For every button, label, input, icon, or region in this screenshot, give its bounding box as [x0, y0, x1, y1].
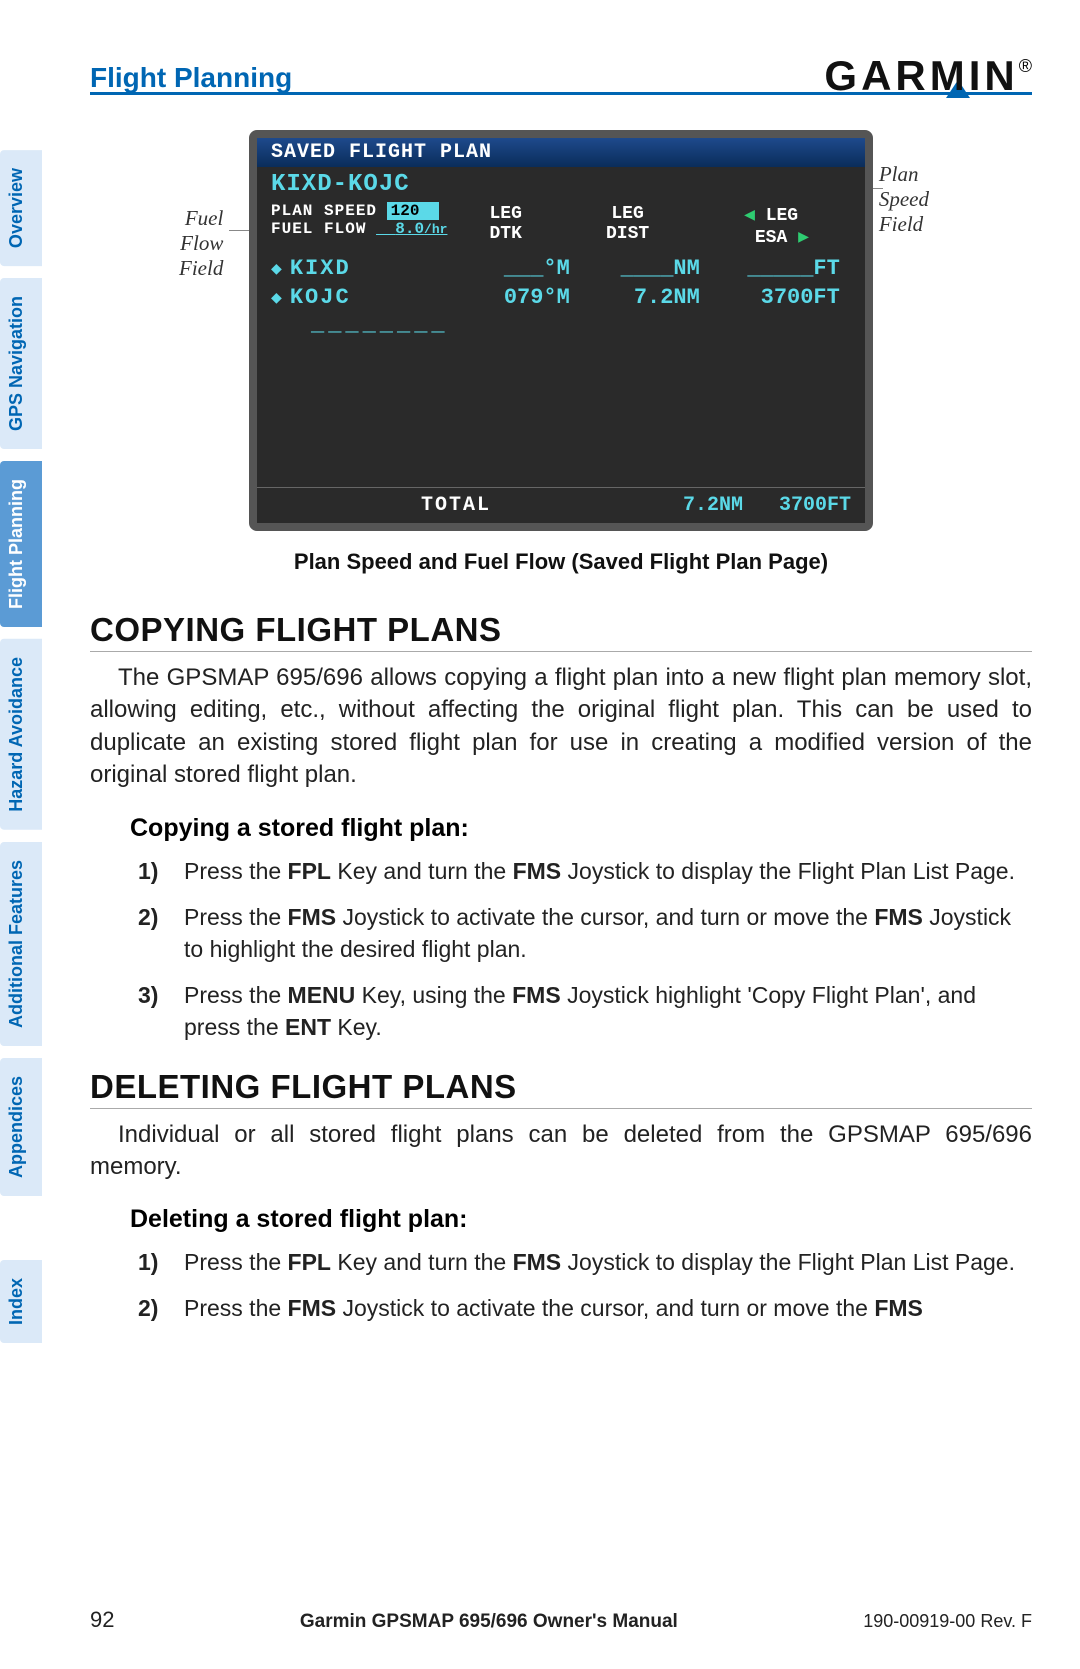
step-body: Press the FPL Key and turn the FMS Joyst…: [184, 1246, 1032, 1278]
callout-text: Flow: [180, 231, 223, 255]
copying-paragraph: The GPSMAP 695/696 allows copying a flig…: [90, 662, 1032, 792]
tab-gps-navigation[interactable]: GPS Navigation: [0, 278, 42, 449]
leg-dtk-value: 079°M: [450, 285, 570, 310]
step-item: 1) Press the FPL Key and turn the FMS Jo…: [138, 1246, 1032, 1278]
side-tabs: Overview GPS Navigation Flight Planning …: [0, 150, 58, 1355]
leg-dtk-value: ___°M: [450, 256, 570, 281]
step-number: 2): [138, 1292, 184, 1324]
col-leg-dist: LEGDIST: [606, 204, 649, 248]
total-esa: 3700FT: [779, 494, 851, 517]
tab-appendices[interactable]: Appendices: [0, 1058, 42, 1196]
total-label: TOTAL: [421, 494, 491, 517]
callout-text: Field: [179, 256, 223, 280]
col-leg-esa: ◀ LEG ESA ▶: [733, 204, 809, 248]
deleting-subheading: Deleting a stored flight plan:: [130, 1205, 1032, 1234]
step-item: 2) Press the FMS Joystick to activate th…: [138, 901, 1032, 965]
step-body: Press the FMS Joystick to activate the c…: [184, 1292, 1032, 1324]
step-item: 2) Press the FMS Joystick to activate th…: [138, 1292, 1032, 1324]
chevron-right-icon: ▶: [798, 228, 809, 248]
plan-speed-label: PLAN SPEED: [271, 202, 377, 220]
leg-esa-value: _____FT: [700, 256, 840, 281]
deleting-paragraph: Individual or all stored flight plans ca…: [90, 1119, 1032, 1184]
registered-mark: ®: [1019, 56, 1032, 76]
waypoint-id: KIXD: [290, 256, 450, 281]
waypoint-icon: ◆: [271, 258, 282, 280]
section-title: Flight Planning: [90, 62, 292, 94]
fuel-flow-label: FUEL FLOW: [271, 220, 366, 238]
callout-text: Speed: [879, 187, 929, 211]
step-item: 1) Press the FPL Key and turn the FMS Jo…: [138, 855, 1032, 887]
leg-dist-value: ____NM: [570, 256, 700, 281]
device-figure: Fuel Flow Field Plan Speed Field SAVED F…: [241, 130, 881, 531]
step-number: 2): [138, 901, 184, 965]
gps-device-screen: SAVED FLIGHT PLAN KIXD-KOJC PLAN SPEED 1…: [249, 130, 873, 531]
callout-fuel-flow-field: Fuel Flow Field: [179, 206, 223, 282]
deleting-steps: 1) Press the FPL Key and turn the FMS Jo…: [138, 1246, 1032, 1324]
step-body: Press the MENU Key, using the FMS Joysti…: [184, 979, 1032, 1043]
leg-esa-value: 3700FT: [700, 285, 840, 310]
header-underline: [90, 92, 1032, 95]
step-number: 3): [138, 979, 184, 1043]
page-header: Flight Planning GARMIN®: [90, 46, 1032, 94]
total-values: 7.2NM 3700FT: [683, 494, 851, 517]
page-number: 92: [90, 1607, 114, 1633]
device-waypoint-rows: ◆ KIXD ___°M ____NM _____FT ◆ KOJC 079°M…: [257, 248, 865, 337]
callout-text: Plan: [879, 162, 919, 186]
total-dist: 7.2NM: [683, 494, 743, 517]
callout-text: Fuel: [185, 206, 223, 230]
step-body: Press the FPL Key and turn the FMS Joyst…: [184, 855, 1032, 887]
footer-title: Garmin GPSMAP 695/696 Owner's Manual: [300, 1611, 678, 1633]
tab-spacer: [0, 1208, 42, 1248]
heading-copying: COPYING FLIGHT PLANS: [90, 611, 1032, 652]
footer-revision: 190-00919-00 Rev. F: [863, 1611, 1032, 1632]
tab-overview[interactable]: Overview: [0, 150, 42, 266]
plan-speed-value: 120KT: [387, 202, 439, 220]
tab-index[interactable]: Index: [0, 1260, 42, 1343]
device-route: KIXD-KOJC: [257, 167, 865, 202]
waypoint-id: KOJC: [290, 285, 450, 310]
leg-dist-value: 7.2NM: [570, 285, 700, 310]
step-number: 1): [138, 1246, 184, 1278]
waypoint-row: ◆ KOJC 079°M 7.2NM 3700FT: [271, 283, 851, 312]
tab-flight-planning[interactable]: Flight Planning: [0, 461, 42, 627]
chevron-left-icon: ◀: [744, 206, 755, 226]
col-leg-dtk: LEGDTK: [489, 204, 521, 248]
callout-plan-speed-field: Plan Speed Field: [879, 162, 929, 238]
figure-caption: Plan Speed and Fuel Flow (Saved Flight P…: [90, 549, 1032, 575]
copying-steps: 1) Press the FPL Key and turn the FMS Jo…: [138, 855, 1032, 1044]
device-total-row: TOTAL 7.2NM 3700FT: [257, 487, 865, 523]
copying-subheading: Copying a stored flight plan:: [130, 814, 1032, 843]
device-titlebar: SAVED FLIGHT PLAN: [257, 138, 865, 167]
page-footer: 92 Garmin GPSMAP 695/696 Owner's Manual …: [90, 1607, 1032, 1633]
main-content: Fuel Flow Field Plan Speed Field SAVED F…: [90, 130, 1032, 1349]
step-body: Press the FMS Joystick to activate the c…: [184, 901, 1032, 965]
entry-dashes: ________: [271, 312, 851, 337]
step-item: 3) Press the MENU Key, using the FMS Joy…: [138, 979, 1032, 1043]
step-number: 1): [138, 855, 184, 887]
heading-deleting: DELETING FLIGHT PLANS: [90, 1068, 1032, 1109]
waypoint-icon: ◆: [271, 287, 282, 309]
tab-additional-features[interactable]: Additional Features: [0, 842, 42, 1046]
callout-text: Field: [879, 212, 923, 236]
waypoint-row: ◆ KIXD ___°M ____NM _____FT: [271, 254, 851, 283]
tab-hazard-avoidance[interactable]: Hazard Avoidance: [0, 639, 42, 830]
fuel-flow-value: 8.0/hr: [376, 220, 447, 238]
